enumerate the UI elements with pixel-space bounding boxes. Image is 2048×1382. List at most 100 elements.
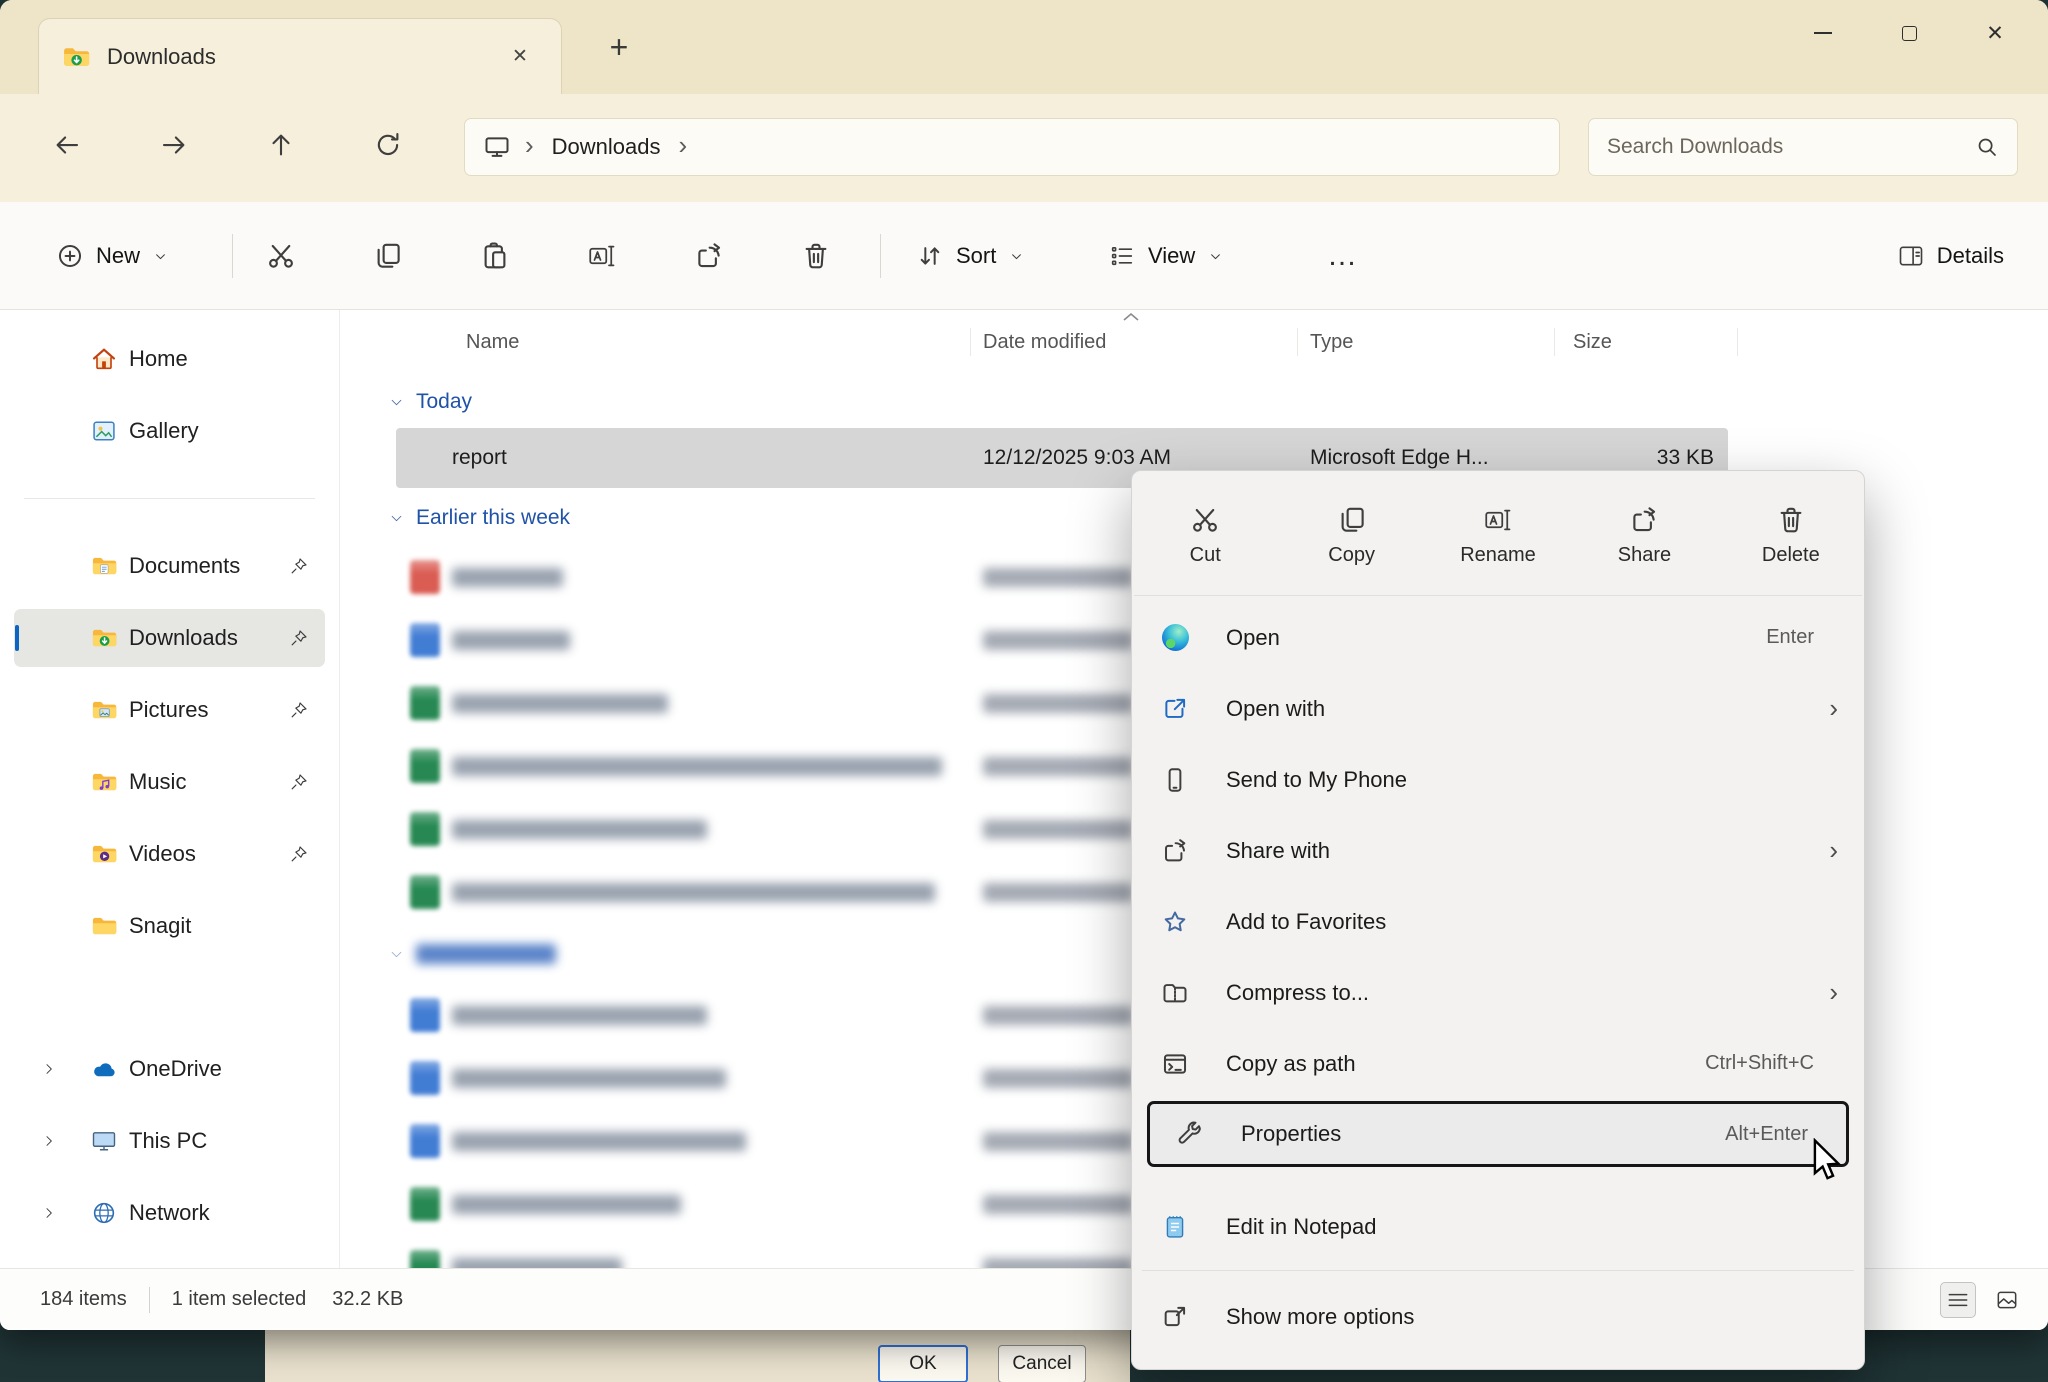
sidebar: Home Gallery Documents <box>0 310 340 1268</box>
show-more-icon <box>1158 1303 1192 1331</box>
share-button[interactable] <box>685 232 733 280</box>
sidebar-item-snagit[interactable]: Snagit <box>14 897 325 955</box>
sidebar-item-downloads[interactable]: Downloads <box>14 609 325 667</box>
menu-item-send-to-my-phone[interactable]: Send to My Phone <box>1132 744 1864 815</box>
cut-quick-action[interactable]: Cut <box>1132 499 1278 567</box>
menu-item-compress-to[interactable]: Compress to... › <box>1132 957 1864 1028</box>
address-bar[interactable]: › Downloads › <box>464 118 1560 176</box>
sidebar-item-documents[interactable]: Documents <box>14 537 325 595</box>
pin-icon <box>289 844 309 864</box>
column-header-type[interactable]: Type <box>1310 318 1353 366</box>
list-view-icon <box>1945 1287 1971 1313</box>
details-view-toggle[interactable] <box>1940 1282 1976 1318</box>
forward-button[interactable] <box>147 118 201 172</box>
blurred-file-date <box>983 757 1133 776</box>
sort-button[interactable]: Sort <box>902 224 1039 288</box>
more-options-button[interactable]: … <box>1316 224 1368 288</box>
refresh-button[interactable] <box>361 118 415 172</box>
file-icon <box>410 749 440 783</box>
last-week-label-blur <box>416 944 556 964</box>
blurred-file-date <box>983 694 1133 713</box>
breadcrumb-location[interactable]: Downloads <box>552 134 661 160</box>
share-quick-action[interactable]: Share <box>1571 499 1717 567</box>
maximize-icon <box>1902 26 1917 41</box>
menu-item-copy-as-path[interactable]: Copy as path Ctrl+Shift+C <box>1132 1028 1864 1099</box>
rename-button[interactable] <box>578 232 626 280</box>
collapse-chevron-icon[interactable] <box>389 947 404 962</box>
sidebar-item-music[interactable]: Music <box>14 753 325 811</box>
new-button[interactable]: New <box>40 224 185 288</box>
delete-quick-action[interactable]: Delete <box>1718 499 1864 567</box>
tab-downloads[interactable]: Downloads ✕ <box>38 18 562 94</box>
paste-button[interactable] <box>471 232 519 280</box>
scissors-icon <box>1190 505 1220 535</box>
cut-button[interactable] <box>257 232 305 280</box>
copy-path-icon <box>1158 1050 1192 1078</box>
search-box[interactable] <box>1588 118 2018 176</box>
column-divider[interactable] <box>1554 328 1555 356</box>
menu-item-properties[interactable]: Properties Alt+Enter <box>1147 1101 1849 1167</box>
videos-folder-icon <box>89 840 119 868</box>
expand-chevron-icon[interactable] <box>34 1205 64 1221</box>
new-tab-button[interactable]: + <box>596 24 642 70</box>
rename-quick-action[interactable]: Rename <box>1425 499 1571 567</box>
menu-item-add-to-favorites[interactable]: Add to Favorites <box>1132 886 1864 957</box>
details-button[interactable]: Details <box>1897 224 2004 288</box>
breadcrumb-chevron-icon: › <box>525 132 534 158</box>
breadcrumb-chevron-icon[interactable]: › <box>679 132 688 158</box>
menu-item-share-with[interactable]: Share with › <box>1132 815 1864 886</box>
sidebar-item-home[interactable]: Home <box>14 330 325 388</box>
sidebar-item-videos[interactable]: Videos <box>14 825 325 883</box>
thumbnail-view-toggle[interactable] <box>1990 1283 2024 1317</box>
column-header-size[interactable]: Size <box>1573 318 1612 366</box>
expand-chevron-icon[interactable] <box>34 1133 64 1149</box>
close-button[interactable]: ✕ <box>1952 0 2038 66</box>
copy-button[interactable] <box>364 232 412 280</box>
maximize-button[interactable] <box>1866 0 1952 66</box>
menu-item-show-more-options[interactable]: Show more options <box>1132 1279 1864 1354</box>
thumbnail-view-icon <box>1994 1287 2020 1313</box>
sidebar-item-onedrive[interactable]: OneDrive <box>14 1040 325 1098</box>
menu-item-edit-in-notepad[interactable]: Edit in Notepad <box>1132 1191 1864 1262</box>
sidebar-item-network[interactable]: Network <box>14 1184 325 1242</box>
ok-button[interactable]: OK <box>878 1345 968 1382</box>
search-input[interactable] <box>1607 135 1963 159</box>
back-button[interactable] <box>40 118 94 172</box>
column-divider[interactable] <box>1737 328 1738 356</box>
collapse-chevron-icon[interactable] <box>389 395 404 410</box>
copy-icon <box>1337 505 1367 535</box>
window-controls: ✕ <box>1780 0 2038 66</box>
view-button[interactable]: View <box>1094 224 1238 288</box>
column-divider[interactable] <box>970 328 971 356</box>
delete-button[interactable] <box>792 232 840 280</box>
submenu-chevron-icon: › <box>1829 695 1838 721</box>
menu-item-open[interactable]: Open Enter <box>1132 602 1864 673</box>
chevron-down-icon <box>1207 248 1224 265</box>
expand-chevron-icon[interactable] <box>34 1061 64 1077</box>
column-header-name[interactable]: Name <box>466 318 519 366</box>
collapse-chevron-icon[interactable] <box>389 511 404 526</box>
copy-quick-action[interactable]: Copy <box>1278 499 1424 567</box>
sidebar-item-pictures[interactable]: Pictures <box>14 681 325 739</box>
star-icon <box>1158 908 1192 936</box>
group-header-today[interactable]: Today <box>340 378 2048 426</box>
column-header-date-modified[interactable]: Date modified <box>983 318 1106 366</box>
tab-title: Downloads <box>107 44 216 70</box>
minimize-button[interactable] <box>1780 0 1866 66</box>
blurred-file-name <box>452 1132 746 1151</box>
sidebar-item-gallery[interactable]: Gallery <box>14 402 325 460</box>
cancel-button[interactable]: Cancel <box>998 1345 1086 1382</box>
search-icon <box>1975 135 1999 159</box>
chevron-down-icon <box>1008 248 1025 265</box>
view-icon <box>1108 242 1136 270</box>
folder-icon <box>89 912 119 940</box>
blurred-file-date <box>983 1069 1133 1088</box>
file-icon <box>410 560 440 594</box>
blurred-file-date <box>983 568 1133 587</box>
tab-close-icon[interactable]: ✕ <box>501 38 539 76</box>
close-icon: ✕ <box>1986 21 2004 46</box>
up-button[interactable] <box>254 118 308 172</box>
menu-item-open-with[interactable]: Open with › <box>1132 673 1864 744</box>
column-divider[interactable] <box>1297 328 1298 356</box>
sidebar-item-this-pc[interactable]: This PC <box>14 1112 325 1170</box>
